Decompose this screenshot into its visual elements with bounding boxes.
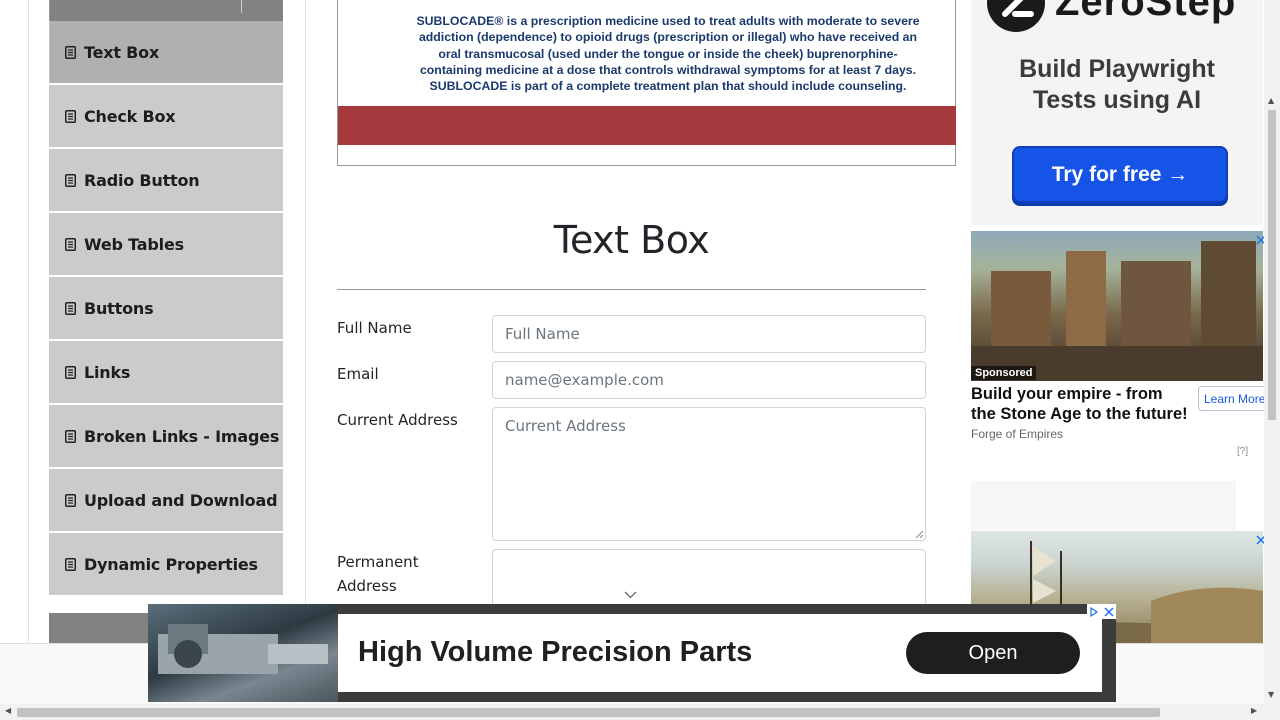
content-divider xyxy=(305,0,306,643)
sidebar-item-label: Upload and Download xyxy=(84,490,278,510)
email-label: Email xyxy=(337,365,379,383)
sidebar-item-upload-and-download[interactable]: Upload and Download xyxy=(49,469,283,531)
sidebar-item-label: Text Box xyxy=(84,42,160,62)
adchoices-icon[interactable] xyxy=(1087,604,1116,619)
sidebar-item-label: Links xyxy=(84,362,131,382)
sidebar-item-links[interactable]: Links xyxy=(49,341,283,403)
page-title: Text Box xyxy=(553,218,710,262)
document-icon xyxy=(64,173,76,187)
document-icon xyxy=(64,557,76,571)
sidebar-item-broken-links-images[interactable]: Broken Links - Images xyxy=(49,405,283,467)
sidebar-item-label: Radio Button xyxy=(84,170,200,190)
close-icon[interactable] xyxy=(1104,606,1114,617)
page: Text Box Check Box Radio Button Web Tables B… xyxy=(0,0,1280,720)
foe-ad-title[interactable]: Build your empire - from the Stone Age t… xyxy=(971,384,1191,424)
permanent-address-textarea[interactable] xyxy=(492,549,926,609)
bottom-ad-image xyxy=(148,604,338,702)
permanent-address-label: Permanent Address xyxy=(337,553,419,595)
full-name-label: Full Name xyxy=(337,319,412,337)
zerostep-logo-icon xyxy=(987,0,1045,32)
document-icon xyxy=(64,429,76,443)
open-button[interactable]: Open xyxy=(906,632,1080,674)
document-icon xyxy=(64,493,76,507)
left-gutter-divider xyxy=(28,0,29,643)
bottom-ad-panel: High Volume Precision Parts Open xyxy=(338,614,1102,692)
full-name-input[interactable]: Full Name xyxy=(492,315,926,353)
sidebar-group-header-divider xyxy=(241,0,242,13)
scroll-right-arrow-icon[interactable]: ▶ xyxy=(1251,706,1257,715)
document-icon xyxy=(64,365,76,379)
sidebar-item-text-box[interactable]: Text Box xyxy=(49,21,283,83)
current-address-placeholder: Current Address xyxy=(505,417,626,435)
sidebar-item-label: Broken Links - Images xyxy=(84,426,280,446)
ad-image-building xyxy=(1066,251,1106,361)
forge-of-empires-ad-image[interactable] xyxy=(971,231,1263,381)
sidebar-item-dynamic-properties[interactable]: Dynamic Properties xyxy=(49,533,283,595)
top-ad-bar xyxy=(338,106,957,145)
current-address-label: Current Address xyxy=(337,411,458,429)
chevron-down-icon xyxy=(624,591,637,599)
scroll-down-arrow-icon[interactable]: ▼ xyxy=(1268,690,1274,699)
sidebar-item-buttons[interactable]: Buttons xyxy=(49,277,283,339)
top-ad-text: SUBLOCADE® is a prescription medicine us… xyxy=(416,14,920,94)
sidebar-item-label: Dynamic Properties xyxy=(84,554,258,574)
sidebar-item-label: Web Tables xyxy=(84,234,184,254)
zerostep-headline-line1: Build Playwright xyxy=(1019,55,1215,83)
try-for-free-button[interactable]: Try for free → xyxy=(1012,146,1228,203)
zerostep-headline-line2: Tests using AI xyxy=(1032,86,1202,114)
sidebar-item-web-tables[interactable]: Web Tables xyxy=(49,213,283,275)
horizontal-scroll-thumb[interactable] xyxy=(17,708,1160,717)
zerostep-headline: Build Playwright Tests using AI xyxy=(971,54,1263,116)
sidebar: Text Box Check Box Radio Button Web Tables B… xyxy=(49,0,283,597)
learn-more-button[interactable]: Learn More xyxy=(1198,386,1270,411)
top-banner-ad[interactable]: SUBLOCADE® is a prescription medicine us… xyxy=(337,0,957,166)
document-icon xyxy=(64,301,76,315)
email-input[interactable]: name@example.com xyxy=(492,361,926,399)
sidebar-item-check-box[interactable]: Check Box xyxy=(49,85,283,147)
sidebar-item-radio-button[interactable]: Radio Button xyxy=(49,149,283,211)
document-icon xyxy=(64,237,76,251)
bottom-banner-ad[interactable]: High Volume Precision Parts Open xyxy=(148,604,1116,702)
title-divider xyxy=(337,289,926,290)
ad-help-link[interactable]: [?] xyxy=(1237,446,1248,457)
vertical-scroll-thumb[interactable] xyxy=(1268,110,1276,420)
foe-ad-source: Forge of Empires xyxy=(971,427,1064,441)
current-address-textarea[interactable]: Current Address xyxy=(492,407,926,541)
adchoices-play-icon xyxy=(1090,606,1099,617)
document-icon xyxy=(64,109,76,123)
sidebar-list: Text Box Check Box Radio Button Web Tables B… xyxy=(49,21,283,595)
scroll-left-arrow-icon[interactable]: ◀ xyxy=(5,706,11,715)
email-placeholder: name@example.com xyxy=(505,371,664,389)
zerostep-ad[interactable]: ZeroStep Build Playwright Tests using AI… xyxy=(971,0,1263,225)
scroll-up-arrow-icon[interactable]: ▲ xyxy=(1268,96,1274,105)
resize-grip-icon[interactable] xyxy=(915,530,923,538)
document-icon xyxy=(64,45,76,59)
sidebar-item-label: Check Box xyxy=(84,106,176,126)
ad-image-building xyxy=(1201,241,1256,361)
zerostep-brand: ZeroStep xyxy=(1055,0,1237,24)
sidebar-group-header[interactable] xyxy=(49,0,283,21)
sidebar-item-label: Buttons xyxy=(84,298,154,318)
sponsored-badge: Sponsored xyxy=(971,366,1037,380)
ad-pattern-placeholder xyxy=(971,481,1236,530)
full-name-placeholder: Full Name xyxy=(505,325,580,343)
bottom-ad-title: High Volume Precision Parts xyxy=(358,636,753,668)
